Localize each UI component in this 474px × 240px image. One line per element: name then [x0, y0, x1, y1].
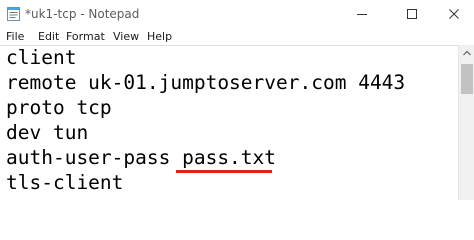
maximize-icon — [407, 9, 417, 19]
editor-line: remote uk-01.jumptoserver.com 4443 — [6, 71, 406, 94]
menu-format[interactable]: Format — [66, 29, 105, 44]
close-icon — [449, 9, 459, 19]
menu-bar: File Edit Format View Help — [0, 28, 474, 45]
close-button[interactable] — [432, 0, 474, 28]
editor-line: tls-client — [6, 171, 124, 194]
editor-line: auth-user-pass pass.txt — [6, 146, 277, 169]
menu-help[interactable]: Help — [147, 29, 172, 44]
highlight-underline — [176, 170, 272, 173]
vertical-scrollbar[interactable] — [458, 45, 474, 200]
title-bar[interactable]: *uk1-tcp - Notepad — [0, 0, 474, 28]
scroll-thumb[interactable] — [461, 64, 473, 94]
minimize-button[interactable] — [340, 0, 384, 28]
editor-line: proto tcp — [6, 96, 112, 119]
notepad-window: *uk1-tcp - Notepad File Edit Format View… — [0, 0, 474, 200]
maximize-button[interactable] — [390, 0, 434, 28]
editor-line: dev tun — [6, 121, 89, 144]
scroll-up-button[interactable] — [459, 45, 474, 61]
window-title: *uk1-tcp - Notepad — [25, 7, 140, 21]
chevron-up-icon — [463, 50, 471, 56]
text-editor[interactable]: client remote uk-01.jumptoserver.com 444… — [0, 45, 458, 200]
menu-edit[interactable]: Edit — [38, 29, 59, 44]
minimize-icon — [357, 14, 367, 15]
editor-line: client — [6, 46, 77, 69]
menu-file[interactable]: File — [6, 29, 24, 44]
menu-view[interactable]: View — [113, 29, 139, 44]
notepad-icon — [7, 6, 20, 21]
